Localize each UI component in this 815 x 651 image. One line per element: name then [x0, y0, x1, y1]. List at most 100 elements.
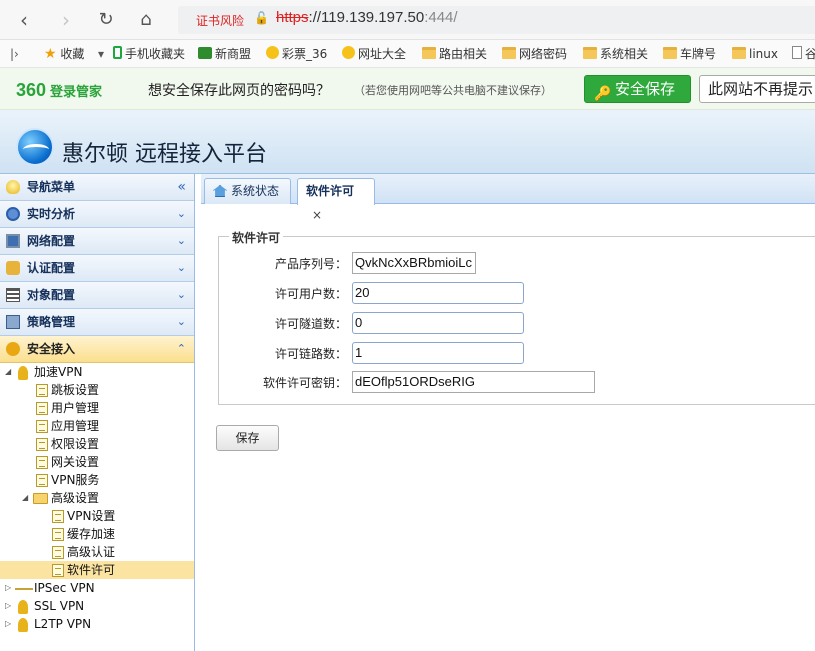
bookmark-folder-linux[interactable]: linux: [732, 45, 778, 63]
sidebar-item-object-config[interactable]: 对象配置 ⌄: [0, 282, 194, 309]
tree-node-advanced-auth[interactable]: 高级认证: [0, 543, 194, 561]
password-note: （若您使用网吧等公共电脑不建议保存）: [354, 84, 552, 97]
chevron-down-icon[interactable]: ▾: [98, 45, 104, 63]
bookmark-lottery[interactable]: 彩票_36: [266, 45, 327, 63]
tree-node-label: 缓存加速: [67, 527, 116, 541]
tab-system-status[interactable]: 系统状态: [204, 178, 291, 204]
serial-number-row: 产品序列号： QvkNcXxBRbmioiLc: [219, 252, 815, 274]
sidebar-item-realtime-analysis[interactable]: 实时分析 ⌄: [0, 201, 194, 228]
url-host: ://119.139.197.50: [308, 9, 425, 26]
browser-toolbar: ‹ › ↻ ⌂ 证书风险 🔓 https://119.139.197.50:44…: [0, 0, 815, 40]
sidebar-item-secure-access[interactable]: 安全接入 ⌃: [0, 336, 194, 363]
tree-node-vpn-settings[interactable]: VPN设置: [0, 507, 194, 525]
sidebar-header-nav-menu[interactable]: 导航菜单 «: [0, 174, 194, 201]
tab-label: 软件许可: [306, 184, 355, 198]
never-for-site-button[interactable]: 此网站不再提示: [699, 75, 815, 103]
bookmark-favorites[interactable]: ★ 收藏: [44, 45, 84, 63]
licensed-tunnels-field[interactable]: 0: [352, 312, 524, 334]
doc-icon: [52, 546, 64, 559]
bookmark-folder-network-pw[interactable]: 网络密码: [502, 45, 567, 63]
folder-icon: [663, 47, 677, 59]
page-title: 惠尔顿 远程接入平台: [62, 142, 267, 167]
tab-strip: 系统状态 软件许可 ×: [201, 174, 815, 222]
insecure-lock-icon: 🔓: [254, 11, 269, 25]
licensed-users-field[interactable]: 20: [352, 282, 524, 304]
expanded-arrow-icon[interactable]: ◢: [5, 363, 11, 381]
bookmark-mobile[interactable]: 手机收藏夹: [113, 45, 185, 63]
page-icon: [792, 46, 802, 59]
tree-node-jump-settings[interactable]: 跳板设置: [0, 381, 194, 399]
bookmarks-bar: |› ★ 收藏 ▾ 手机收藏夹 新商盟 彩票_36 网址大全 路由相关 网络密码…: [0, 40, 815, 68]
tree-node-app-management[interactable]: 应用管理: [0, 417, 194, 435]
licensed-links-field[interactable]: 1: [352, 342, 524, 364]
sidebar-item-auth-config[interactable]: 认证配置 ⌄: [0, 255, 194, 282]
home-icon[interactable]: ⌂: [134, 8, 158, 32]
key-icon: [18, 618, 28, 632]
field-label: 产品序列号：: [274, 257, 347, 271]
password-question: 想安全保存此网页的密码吗？: [148, 83, 330, 99]
doc-icon: [52, 564, 64, 577]
serial-number-field[interactable]: QvkNcXxBRbmioiLc: [352, 252, 476, 274]
save-button[interactable]: 保存: [216, 425, 279, 451]
bookmark-folder-plate[interactable]: 车牌号: [663, 45, 716, 63]
bookmark-folder-system[interactable]: 系统相关: [583, 45, 648, 63]
sidebar-item-network-config[interactable]: 网络配置 ⌄: [0, 228, 194, 255]
tree-node-software-license[interactable]: 软件许可: [0, 561, 194, 579]
tree-node-vpn-service[interactable]: VPN服务: [0, 471, 194, 489]
star-icon: ★: [44, 46, 57, 62]
sidebar-toggle-icon[interactable]: |›: [10, 45, 19, 63]
field-label: 许可用户数：: [274, 287, 347, 301]
field-label: 许可链路数：: [274, 347, 347, 361]
refresh-icon[interactable]: ↻: [94, 8, 118, 32]
chevron-down-icon: ⌄: [176, 315, 186, 328]
phone-icon: [113, 46, 122, 59]
cert-warning[interactable]: 证书风险: [196, 12, 244, 29]
sidebar: 导航菜单 « 实时分析 ⌄ 网络配置 ⌄ 认证配置 ⌄ 对象配置 ⌄ 策略管理 ⌄ 安全接入…: [0, 174, 195, 651]
bookmark-label: 彩票_36: [282, 47, 328, 61]
url-text[interactable]: https://119.139.197.50:444/: [276, 9, 458, 26]
collapsed-arrow-icon[interactable]: ▷: [5, 597, 11, 615]
tab-software-license[interactable]: 软件许可 ×: [297, 178, 375, 222]
licensed-users-row: 许可用户数： 20: [219, 282, 815, 304]
tree-node-accel-vpn[interactable]: ◢ 加速VPN: [0, 363, 194, 381]
field-label: 软件许可密钥：: [262, 376, 347, 390]
expanded-arrow-icon[interactable]: ◢: [22, 489, 28, 507]
url-port: :444/: [424, 9, 458, 26]
tree-node-cache-accel[interactable]: 缓存加速: [0, 525, 194, 543]
doc-icon: [36, 438, 48, 451]
close-icon[interactable]: ×: [312, 208, 322, 222]
sidebar-section-label: 实时分析: [27, 207, 76, 221]
tree-node-l2tp-vpn[interactable]: ▷ L2TP VPN: [0, 615, 194, 633]
bookmark-xinshangmeng[interactable]: 新商盟: [198, 45, 251, 63]
chevron-up-icon: ⌃: [176, 342, 186, 355]
save-password-button[interactable]: 🔑 安全保存: [584, 75, 691, 103]
bookmark-url-directory[interactable]: 网址大全: [342, 45, 406, 63]
tree-node-label: IPSec VPN: [34, 581, 95, 595]
tree-node-ssl-vpn[interactable]: ▷ SSL VPN: [0, 597, 194, 615]
app-logo: [16, 128, 54, 166]
sidebar-section-label: 对象配置: [27, 288, 76, 302]
save-password-label: 安全保存: [615, 80, 676, 98]
tree-node-advanced-settings[interactable]: ◢ 高级设置: [0, 489, 194, 507]
bookmark-folder-router[interactable]: 路由相关: [422, 45, 487, 63]
address-bar[interactable]: 证书风险 🔓 https://119.139.197.50:444/: [178, 6, 815, 34]
collapsed-arrow-icon[interactable]: ▷: [5, 579, 11, 597]
forward-icon[interactable]: ›: [54, 8, 78, 32]
coin-icon: [342, 46, 355, 59]
tree-node-gateway-settings[interactable]: 网关设置: [0, 453, 194, 471]
tree-node-permission-settings[interactable]: 权限设置: [0, 435, 194, 453]
tree-node-ipsec-vpn[interactable]: ▷ IPSec VPN: [0, 579, 194, 597]
chevron-down-icon: ⌄: [176, 234, 186, 247]
collapse-icon[interactable]: «: [177, 174, 186, 200]
chevron-down-icon: ⌄: [176, 261, 186, 274]
sidebar-item-policy-management[interactable]: 策略管理 ⌄: [0, 309, 194, 336]
password-save-bar: 360 登录管家 想安全保存此网页的密码吗？ （若您使用网吧等公共电脑不建议保存）…: [0, 68, 815, 110]
license-fieldset: 软件许可 产品序列号： QvkNcXxBRbmioiLc 许可用户数： 20 许…: [218, 229, 815, 405]
collapsed-arrow-icon[interactable]: ▷: [5, 615, 11, 633]
brand-logo: 360 登录管家: [16, 80, 102, 101]
license-key-field[interactable]: dEOflp51ORDseRIG: [352, 371, 595, 393]
nav-tree: ◢ 加速VPN 跳板设置 用户管理 应用管理 权限设置 网关设置 VPN服务 ◢…: [0, 363, 194, 633]
bookmark-google[interactable]: 谷: [792, 45, 815, 63]
tree-node-user-management[interactable]: 用户管理: [0, 399, 194, 417]
back-icon[interactable]: ‹: [12, 8, 36, 32]
